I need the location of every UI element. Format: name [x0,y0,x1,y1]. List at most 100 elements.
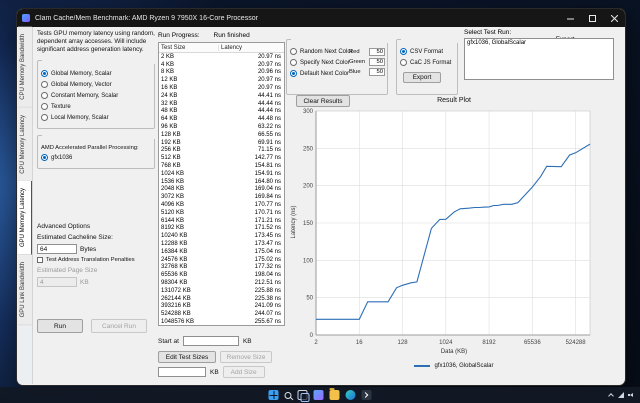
run-progress-status: Run finished [214,32,250,39]
task-view-icon[interactable] [298,390,308,400]
table-row[interactable]: 16384 KB175.04 ns [159,248,284,256]
file-explorer-icon[interactable] [330,390,340,400]
table-row[interactable]: 262144 KB225.38 ns [159,295,284,303]
test-run-item[interactable]: gfx1036, GlobalScalar [465,39,613,47]
edge-icon[interactable] [346,390,356,400]
radio-local-memory-scalar[interactable]: Local Memory, Scalar [41,114,151,121]
radio-cac-js-format[interactable]: CaC JS Format [400,59,451,66]
edit-test-sizes-button[interactable]: Edit Test Sizes [158,351,216,363]
radio-constant-memory-scalar[interactable]: Constant Memory, Scalar [41,92,151,99]
maximize-icon [589,15,596,22]
table-row[interactable]: 2048 KB169.04 ns [159,186,284,194]
radio-global-memory-scalar[interactable]: Global Memory, Scalar [41,70,151,77]
cell-test-size: 1536 KB [159,179,219,185]
radio-csv-format[interactable]: CSV Format [400,48,451,55]
table-row[interactable]: 24576 KB175.02 ns [159,256,284,264]
start-icon[interactable] [269,390,279,400]
cancel-run-button: Cancel Run [91,319,147,333]
table-row[interactable]: 64 KB44.48 ns [159,115,284,123]
radio-texture[interactable]: Texture [41,103,151,110]
table-row[interactable]: 128 KB66.55 ns [159,131,284,139]
cell-latency: 44.44 ns [219,101,284,107]
table-row[interactable]: 1536 KB164.80 ns [159,178,284,186]
table-row[interactable]: 12 KB20.97 ns [159,76,284,84]
tab-gpu-memory-latency[interactable]: GPU Memory Latency [18,181,32,255]
test-run-listbox[interactable]: gfx1036, GlobalScalar [464,38,614,80]
cell-test-size: 524288 KB [159,311,219,317]
table-row[interactable]: 1024 KB154.91 ns [159,170,284,178]
radio-icon [41,92,48,99]
table-row[interactable]: 3072 KB169.84 ns [159,193,284,201]
volume-icon[interactable] [628,392,634,398]
table-row[interactable]: 5120 KB170.71 ns [159,209,284,217]
table-row[interactable]: 6144 KB171.21 ns [159,217,284,225]
table-row[interactable]: 768 KB154.81 ns [159,162,284,170]
tab-cpu-memory-latency[interactable]: CPU Memory Latency [18,108,32,182]
table-row[interactable]: 96 KB63.22 ns [159,123,284,131]
table-row[interactable]: 8192 KB171.52 ns [159,225,284,233]
terminal-icon[interactable] [362,390,372,400]
radio-random-next-color[interactable]: Random Next Color [290,48,353,55]
cell-test-size: 5120 KB [159,210,219,216]
table-row[interactable]: 192 KB69.91 ns [159,139,284,147]
maximize-button[interactable] [581,9,603,27]
blue-value-input[interactable]: 50 [369,68,385,76]
column-test-size[interactable]: Test Size [159,45,219,51]
column-latency[interactable]: Latency [219,45,284,51]
radio-gfx1036[interactable]: gfx1036 [41,154,151,161]
table-row[interactable]: 24 KB44.41 ns [159,92,284,100]
x-tick-label: 1024 [439,340,453,346]
cacheline-size-input[interactable]: 64 [37,244,77,254]
minimize-button[interactable] [559,9,581,27]
cell-latency: 20.97 ns [219,62,284,68]
cell-test-size: 2 KB [159,54,219,60]
run-button[interactable]: Run [37,319,83,333]
results-table: Test Size Latency 2 KB20.97 ns4 KB20.97 … [158,42,285,326]
search-icon[interactable] [285,392,292,399]
title-bar[interactable]: Clam Cache/Mem Benchmark: AMD Ryzen 9 79… [17,9,625,27]
table-row[interactable]: 48 KB44.44 ns [159,108,284,116]
start-at-input[interactable] [183,336,239,346]
table-row[interactable]: 4096 KB170.77 ns [159,201,284,209]
table-row[interactable]: 1048576 KB255.67 ns [159,318,284,326]
result-plot: 0501001502002503002161281024819265536524… [290,107,618,349]
green-value-input[interactable]: 50 [369,58,385,66]
table-row[interactable]: 98304 KB212.51 ns [159,279,284,287]
tab-gpu-link-bandwidth[interactable]: GPU Link Bandwidth [18,255,32,325]
results-table-header[interactable]: Test Size Latency [159,43,284,53]
widgets-icon[interactable] [314,390,324,400]
table-row[interactable]: 32768 KB177.32 ns [159,264,284,272]
table-row[interactable]: 8 KB20.96 ns [159,69,284,77]
table-row[interactable]: 512 KB142.77 ns [159,154,284,162]
table-row[interactable]: 4 KB20.97 ns [159,61,284,69]
chevron-up-icon[interactable] [608,392,614,398]
radio-global-memory-vector[interactable]: Global Memory, Vector [41,81,151,88]
table-row[interactable]: 10240 KB173.45 ns [159,232,284,240]
table-row[interactable]: 524288 KB244.07 ns [159,310,284,318]
radio-default-next-color[interactable]: Default Next Color [290,70,353,77]
table-row[interactable]: 65536 KB198.04 ns [159,271,284,279]
table-row[interactable]: 16 KB20.97 ns [159,84,284,92]
table-row[interactable]: 256 KB71.15 ns [159,147,284,155]
translation-penalties-option[interactable]: Test Address Translation Penalties [37,257,155,263]
radio-specify-next-color[interactable]: Specify Next Color [290,59,353,66]
red-label: Red [349,49,360,55]
translation-penalties-checkbox[interactable] [37,257,43,263]
export-button[interactable]: Export [403,72,441,83]
cacheline-size-label: Estimated Cacheline Size: [37,234,155,241]
cell-test-size: 16384 KB [159,249,219,255]
red-value-input[interactable]: 50 [369,48,385,56]
table-row[interactable]: 131072 KB225.88 ns [159,287,284,295]
network-icon[interactable] [618,392,624,398]
page-size-unit-label: KB [80,279,89,286]
add-size-input[interactable] [158,367,206,377]
table-row[interactable]: 32 KB44.44 ns [159,100,284,108]
cell-latency: 44.48 ns [219,116,284,122]
table-row[interactable]: 12288 KB173.47 ns [159,240,284,248]
cell-latency: 20.97 ns [219,85,284,91]
radio-label: Global Memory, Vector [51,82,112,88]
table-row[interactable]: 393216 KB241.09 ns [159,303,284,311]
table-row[interactable]: 2 KB20.97 ns [159,53,284,61]
close-button[interactable] [603,9,625,27]
tab-cpu-memory-bandwidth[interactable]: CPU Memory Bandwidth [18,27,32,108]
